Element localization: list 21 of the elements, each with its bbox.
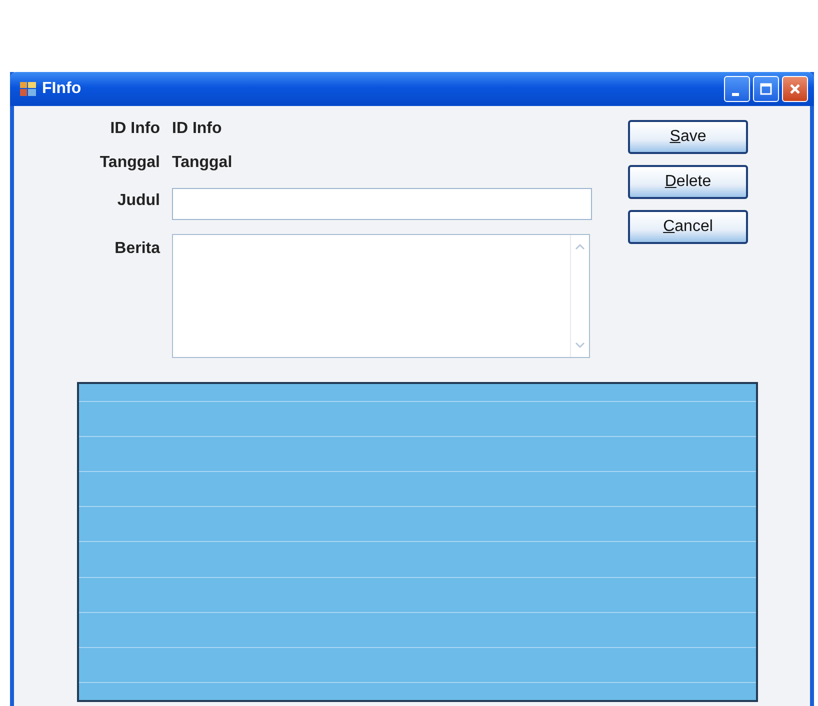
field-value: Tanggal: [172, 154, 232, 172]
form-button[interactable]: Save: [628, 120, 748, 154]
scroll-down-icon[interactable]: [574, 341, 586, 349]
input-field[interactable]: [172, 188, 592, 220]
field-label: Judul: [116, 191, 161, 210]
close-icon: [788, 82, 802, 96]
form-button[interactable]: Cancel: [628, 210, 748, 244]
close-button[interactable]: [782, 76, 808, 102]
app-icon: [20, 82, 36, 96]
maximize-button[interactable]: [753, 76, 779, 102]
field-label: Tanggal: [98, 154, 161, 172]
field-label: Berita: [114, 239, 162, 258]
form-button[interactable]: Delete: [628, 165, 748, 199]
scroll-up-icon[interactable]: [574, 243, 586, 251]
field-value: ID Info: [172, 120, 222, 138]
text-area[interactable]: [172, 234, 590, 358]
minimize-button[interactable]: [724, 76, 750, 102]
window-title: FInfo: [42, 80, 82, 98]
minimize-icon: [732, 92, 738, 96]
field-label: ID Info: [109, 120, 161, 138]
maximize-icon: [759, 82, 773, 96]
